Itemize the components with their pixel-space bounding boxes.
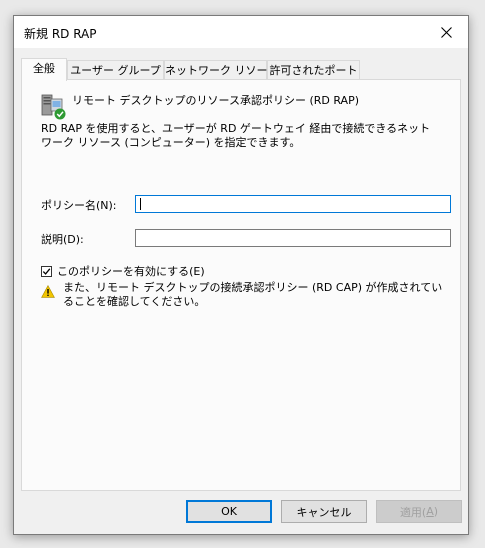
policy-name-label: ポリシー名(N): <box>41 199 117 212</box>
enable-policy-label: このポリシーを有効にする(E) <box>57 265 205 278</box>
enable-policy-option[interactable]: このポリシーを有効にする(E) <box>41 263 205 279</box>
tab-user-groups[interactable]: ユーザー グループ <box>67 60 164 79</box>
enable-policy-checkbox[interactable] <box>41 265 52 277</box>
warning-icon <box>41 285 55 298</box>
panel-description: RD RAP を使用すると、ユーザーが RD ゲートウェイ 経由で接続できるネッ… <box>41 122 431 149</box>
checkmark-icon <box>42 267 51 275</box>
title-bar[interactable]: 新規 RD RAP <box>14 16 468 48</box>
rd-cap-warning-text: また、リモート デスクトップの接続承認ポリシー (RD CAP) が作成されてい… <box>63 281 443 308</box>
rd-rap-policy-icon <box>41 94 66 120</box>
text-caret <box>140 198 141 210</box>
tab-general[interactable]: 全般 <box>21 58 67 81</box>
panel-header: リモート デスクトップのリソース承認ポリシー (RD RAP) <box>72 94 359 107</box>
close-button[interactable] <box>424 16 468 48</box>
tab-allowed-ports[interactable]: 許可されたポート <box>267 60 360 79</box>
ok-button[interactable]: OK <box>186 500 272 523</box>
policy-name-input[interactable] <box>135 195 451 213</box>
description-label: 説明(D): <box>41 233 84 246</box>
new-rd-rap-dialog: 新規 RD RAP 全般 ユーザー グループ ネットワーク リソース 許可された… <box>13 15 469 535</box>
close-icon <box>440 26 452 38</box>
general-tab-panel: リモート デスクトップのリソース承認ポリシー (RD RAP) RD RAP を… <box>21 79 461 491</box>
window-title: 新規 RD RAP <box>24 27 97 41</box>
cancel-button[interactable]: キャンセル <box>281 500 367 523</box>
tab-network-resources[interactable]: ネットワーク リソース <box>164 60 278 79</box>
description-input[interactable] <box>135 229 451 247</box>
apply-button[interactable]: 適用(A) <box>376 500 462 523</box>
